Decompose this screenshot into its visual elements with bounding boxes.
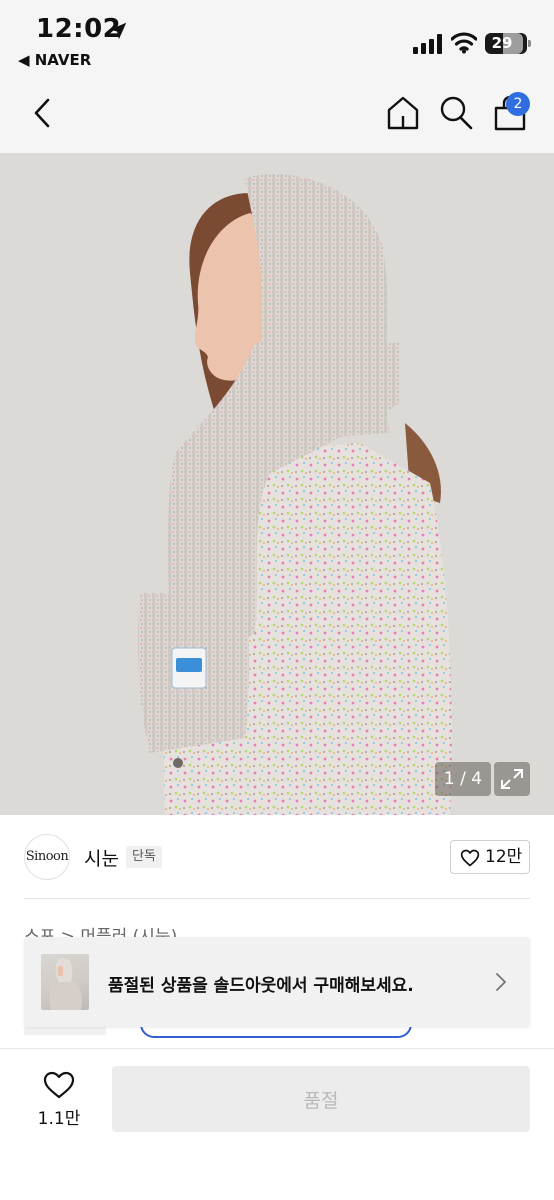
expand-icon [501,769,523,789]
heart-icon[interactable] [43,1070,75,1100]
wifi-icon [451,32,477,54]
battery-icon: 29 [485,33,531,54]
divider [24,898,530,899]
heart-icon [460,849,480,867]
soldout-promo-toast[interactable]: 품절된 상품을 솔드아웃에서 구매해보세요. [24,937,530,1027]
brand-like-count: 12만 [485,847,523,867]
chevron-left-icon[interactable] [28,96,58,130]
product-photo-illustration [0,153,554,815]
search-icon[interactable] [438,94,474,132]
cart-count-badge: 2 [506,92,530,116]
soldout-button[interactable]: 품절 [112,1066,530,1132]
chevron-right-icon [496,973,507,991]
exclusive-badge: 단독 [126,846,162,868]
home-icon[interactable] [384,94,422,132]
toast-message: 품절된 상품을 솔드아웃에서 구매해보세요. [108,976,414,996]
battery-level: 29 [491,34,513,52]
obscured-element [24,1027,106,1035]
status-bar: 12:02 ◀ NAVER 29 [0,0,554,78]
brand-like-button[interactable]: 12만 [450,840,530,874]
location-arrow-icon [109,22,127,40]
image-counter: 1 / 4 [435,762,491,796]
toast-thumbnail [41,954,89,1010]
signal-icon [413,34,442,54]
product-image[interactable] [0,153,554,815]
wish-count: 1.1만 [37,1109,81,1129]
expand-button[interactable] [494,762,530,796]
brand-logo[interactable]: Sinoon [24,834,70,880]
back-to-app-link[interactable]: ◀ NAVER [18,51,91,69]
brand-name[interactable]: 시눈 [84,844,119,871]
